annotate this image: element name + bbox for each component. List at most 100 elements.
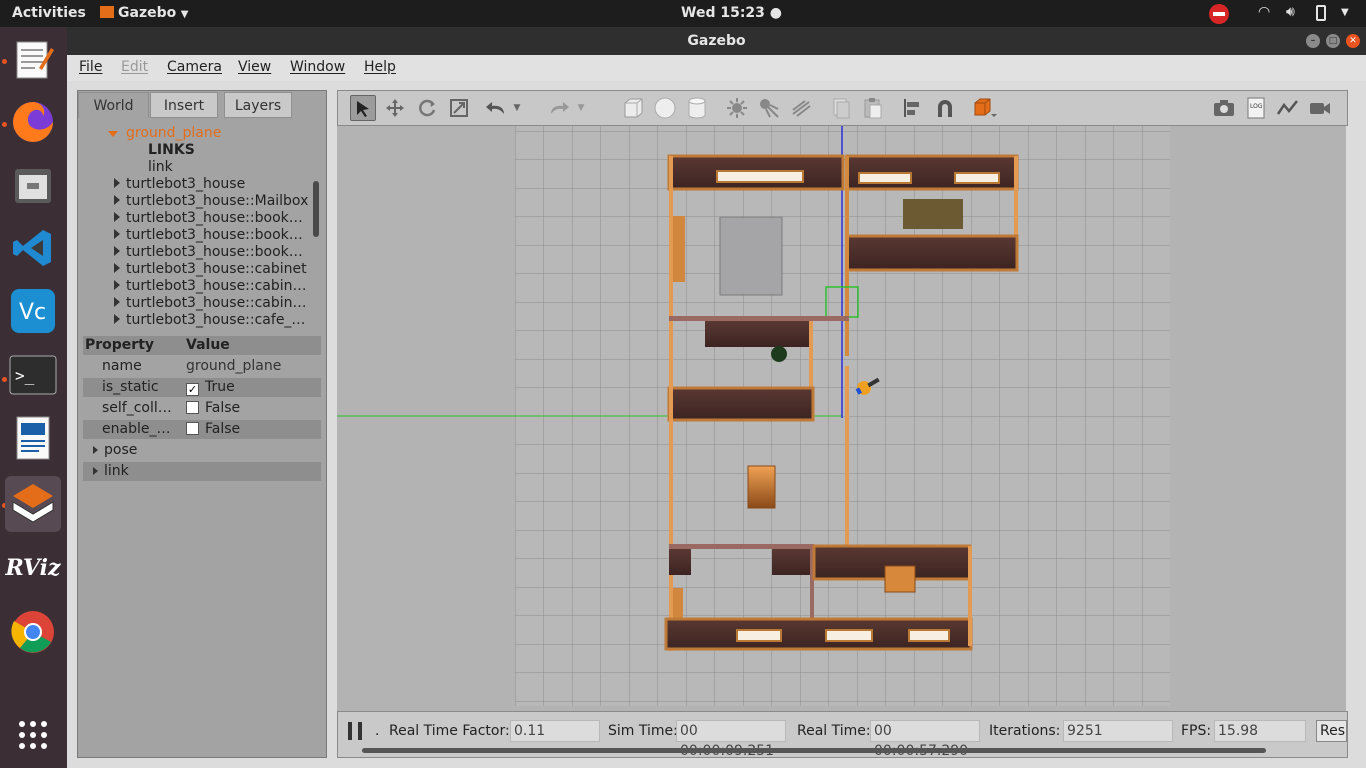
system-menu-chevron-icon[interactable]: ▼ [1341,7,1349,18]
property-row[interactable]: is_static ✓ True [83,378,321,397]
status-bar: . Real Time Factor: 0.11 Sim Time: 00 00… [337,711,1348,759]
property-group-pose[interactable]: pose [83,441,321,460]
redo-history-chevron-icon[interactable]: ▼ [574,95,588,121]
pause-icon[interactable] [348,722,362,740]
iterations-label: Iterations: [989,723,1061,739]
copy-icon[interactable] [828,95,854,121]
tree-item[interactable]: turtlebot3_house::cabin… [114,295,307,312]
status-scrollbar[interactable] [362,748,1266,753]
tree-scrollbar[interactable] [313,181,319,237]
tree-item-link[interactable]: link [148,159,173,176]
tree-item[interactable]: turtlebot3_house::book… [114,227,303,244]
svg-text:LOG: LOG [1250,103,1263,110]
app-grid-icon[interactable] [5,707,61,763]
chrome-icon[interactable] [5,604,61,660]
property-value-cell: False [183,420,321,439]
box-shape-icon[interactable] [620,95,646,121]
menu-file[interactable]: File [79,59,102,75]
cylinder-shape-icon[interactable] [684,95,710,121]
real-time-label: Real Time: [797,723,871,739]
screenshot-icon[interactable] [1211,95,1237,121]
tree-item-ground-plane[interactable]: ground_plane [108,125,221,142]
video-record-icon[interactable] [1307,95,1333,121]
plot-icon[interactable] [1275,95,1301,121]
tree-item[interactable]: turtlebot3_house::cafe_… [114,312,305,329]
collapsed-arrow-icon [114,297,120,307]
property-row[interactable]: self_coll… False [83,399,321,418]
scene-toolbar: ▼ ▼ LOG [337,90,1348,126]
maximize-icon[interactable]: □ [1326,34,1340,48]
align-icon[interactable] [900,95,926,121]
tree-item-label: turtlebot3_house::Mailbox [126,193,309,209]
menu-edit[interactable]: Edit [121,59,148,75]
gazebo-icon[interactable] [5,476,61,532]
tree-item[interactable]: turtlebot3_house [114,176,245,193]
pose-label: pose [104,442,138,458]
undo-history-chevron-icon[interactable]: ▼ [510,95,524,121]
menu-help[interactable]: Help [364,59,396,75]
tree-item[interactable]: turtlebot3_house::cabin… [114,278,307,295]
tree-item[interactable]: turtlebot3_house::Mailbox [114,193,308,210]
paste-icon[interactable] [860,95,886,121]
directional-light-icon[interactable] [788,95,814,121]
tree-item[interactable]: turtlebot3_house::book… [114,210,303,227]
firefox-icon[interactable] [5,94,61,150]
close-icon[interactable]: ✕ [1346,34,1360,48]
tab-layers[interactable]: Layers [224,92,292,118]
scene-viewport[interactable] [337,126,1346,711]
select-mode-icon[interactable] [350,95,376,121]
sphere-shape-icon[interactable] [652,95,678,121]
change-view-icon[interactable] [972,95,998,121]
scale-mode-icon[interactable] [446,95,472,121]
property-group-link[interactable]: link [83,462,321,481]
tab-world[interactable]: World [78,92,149,118]
step-button[interactable]: . [375,723,379,739]
property-row[interactable]: enable_… False [83,420,321,439]
menu-camera[interactable]: Camera [167,59,222,75]
rviz-icon[interactable]: RViz [5,540,61,596]
vscode-icon[interactable] [5,220,61,276]
property-header-label: Property [85,337,155,353]
rotate-mode-icon[interactable] [414,95,440,121]
wifi-icon[interactable]: ◠ [1258,4,1270,20]
translate-mode-icon[interactable] [382,95,408,121]
vnc-icon[interactable]: Vc [5,283,61,339]
property-name: enable_… [102,421,171,437]
checkbox-checked-icon[interactable]: ✓ [186,383,199,396]
text-editor-icon[interactable] [5,31,61,87]
do-not-disturb-icon[interactable] [1209,4,1229,24]
property-row[interactable]: name ground_plane [83,357,321,376]
tree-item[interactable]: turtlebot3_house::cabinet [114,261,307,278]
redo-icon[interactable] [546,95,572,121]
collapsed-arrow-icon [93,446,98,454]
property-group-label: link [83,462,182,481]
file-manager-icon[interactable] [5,157,61,213]
svg-text:>_: >_ [15,366,35,385]
rtf-value: 0.11 [510,720,600,742]
spot-light-icon[interactable] [756,95,782,121]
activities-button[interactable]: Activities [12,5,86,21]
tree-item-label: ground_plane [126,125,222,141]
snap-magnet-icon[interactable] [932,95,958,121]
volume-icon[interactable]: 🔊︎ [1286,4,1295,20]
app-menu[interactable]: Gazebo ▼ [100,5,188,21]
undo-icon[interactable] [483,95,509,121]
checkbox-icon[interactable] [186,401,199,414]
point-light-icon[interactable] [724,95,750,121]
checkbox-icon[interactable] [186,422,199,435]
log-icon[interactable]: LOG [1243,95,1269,121]
world-tree: ground_plane LINKS link turtlebot3_house… [84,125,320,335]
clock[interactable]: Wed 15:23 ● [681,5,782,21]
reset-time-button[interactable]: Res [1316,720,1347,742]
writer-icon[interactable] [5,411,61,467]
tab-insert[interactable]: Insert [150,92,218,118]
property-value-cell: ✓ True [183,378,321,397]
window-title: Gazebo [687,33,746,49]
menu-window[interactable]: Window [290,59,345,75]
battery-icon[interactable] [1316,5,1326,21]
minimize-icon[interactable]: – [1306,34,1320,48]
terminal-icon[interactable]: >_ [5,347,61,403]
tree-item[interactable]: turtlebot3_house::book… [114,244,303,261]
menu-view[interactable]: View [238,59,271,75]
gazebo-app-icon [100,6,114,18]
